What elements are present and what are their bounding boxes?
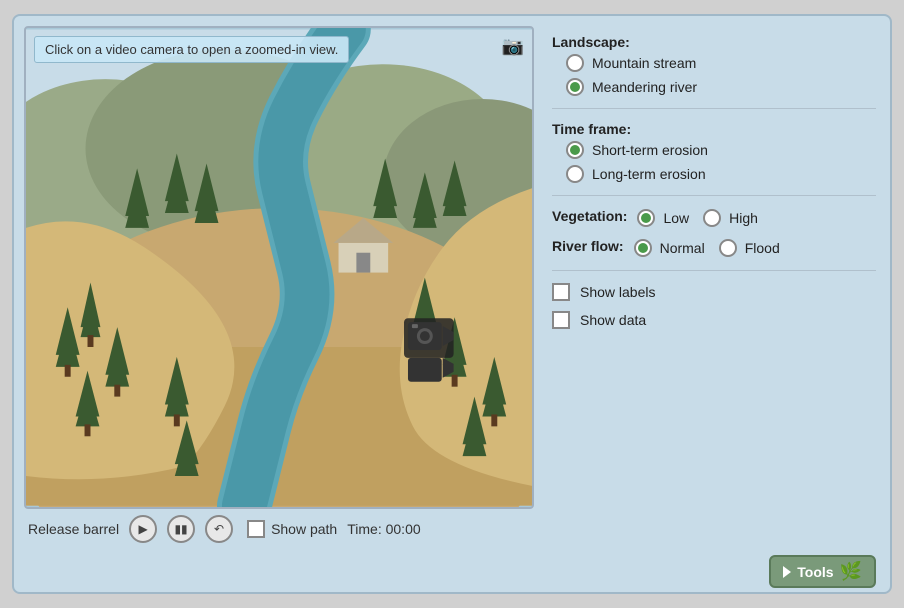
riverflow-radio-group: Normal Flood xyxy=(634,239,780,257)
radio-flow-flood[interactable]: Flood xyxy=(719,239,780,257)
show-path-checkbox[interactable] xyxy=(247,520,265,538)
camera-scene-1 xyxy=(404,318,454,381)
radio-mountain-stream[interactable]: Mountain stream xyxy=(566,54,876,72)
riverflow-title: River flow: xyxy=(552,238,624,254)
show-data-checkbox[interactable] xyxy=(552,311,570,329)
radio-short-term[interactable]: Short-term erosion xyxy=(566,141,876,159)
tools-bar: Tools 🌿 xyxy=(24,553,880,590)
riverflow-section: River flow: Normal Flood xyxy=(552,238,876,258)
tools-button[interactable]: Tools 🌿 xyxy=(769,555,876,588)
vegetation-radio-group: Low High xyxy=(637,209,757,227)
hint-bar: Click on a video camera to open a zoomed… xyxy=(34,36,349,63)
radio-meandering-river[interactable]: Meandering river xyxy=(566,78,876,96)
radio-flow-normal-dot xyxy=(638,243,648,253)
tools-label: Tools xyxy=(797,564,833,580)
hint-text: Click on a video camera to open a zoomed… xyxy=(45,42,338,57)
timeframe-section: Time frame: Short-term erosion Long-term… xyxy=(552,121,876,183)
radio-long-term-label: Long-term erosion xyxy=(592,166,706,182)
show-data-label: Show data xyxy=(580,312,646,328)
divider-2 xyxy=(552,195,876,196)
radio-meandering-river-dot xyxy=(570,82,580,92)
play-button[interactable]: ▶ xyxy=(129,515,157,543)
time-display: Time: 00:00 xyxy=(347,521,420,537)
controls-panel: Landscape: Mountain stream Meandering ri… xyxy=(548,26,880,545)
radio-mountain-stream-label: Mountain stream xyxy=(592,55,696,71)
main-content: Click on a video camera to open a zoomed… xyxy=(24,26,880,545)
radio-flow-normal[interactable]: Normal xyxy=(634,239,705,257)
radio-flow-flood-outer xyxy=(719,239,737,257)
camera-icon-corner[interactable]: 📷 xyxy=(502,36,524,57)
radio-veg-low[interactable]: Low xyxy=(637,209,689,227)
app-container: Click on a video camera to open a zoomed… xyxy=(12,14,892,594)
radio-veg-low-dot xyxy=(641,213,651,223)
release-label: Release barrel xyxy=(28,521,119,537)
divider-1 xyxy=(552,108,876,109)
radio-short-term-outer xyxy=(566,141,584,159)
radio-veg-low-outer xyxy=(637,209,655,227)
timeframe-radio-group: Short-term erosion Long-term erosion xyxy=(552,141,876,183)
radio-veg-low-label: Low xyxy=(663,210,689,226)
radio-short-term-label: Short-term erosion xyxy=(592,142,708,158)
radio-flow-flood-label: Flood xyxy=(745,240,780,256)
radio-flow-normal-label: Normal xyxy=(660,240,705,256)
show-path-area: Show path xyxy=(247,520,337,538)
radio-meandering-river-label: Meandering river xyxy=(592,79,697,95)
show-labels-label: Show labels xyxy=(580,284,656,300)
show-path-label: Show path xyxy=(271,521,337,537)
radio-long-term[interactable]: Long-term erosion xyxy=(566,165,876,183)
pause-button[interactable]: ▮▮ xyxy=(167,515,195,543)
tools-triangle-icon xyxy=(783,566,791,578)
vegetation-section: Vegetation: Low High xyxy=(552,208,876,228)
show-labels-checkbox[interactable] xyxy=(552,283,570,301)
radio-veg-high-label: High xyxy=(729,210,758,226)
show-data-row[interactable]: Show data xyxy=(552,311,876,329)
show-labels-row[interactable]: Show labels xyxy=(552,283,876,301)
reset-button[interactable]: ↶ xyxy=(205,515,233,543)
controls-bar: Release barrel ▶ ▮▮ ↶ Show path Time: 00… xyxy=(24,509,534,545)
leaf-icon: 🌿 xyxy=(840,561,862,582)
landscape-title: Landscape: xyxy=(552,34,876,50)
sim-viewport: Click on a video camera to open a zoomed… xyxy=(24,26,534,509)
radio-short-term-dot xyxy=(570,145,580,155)
landscape-svg xyxy=(26,28,532,507)
vegetation-title: Vegetation: xyxy=(552,208,627,224)
radio-veg-high[interactable]: High xyxy=(703,209,758,227)
radio-meandering-river-outer xyxy=(566,78,584,96)
divider-3 xyxy=(552,270,876,271)
radio-veg-high-outer xyxy=(703,209,721,227)
radio-mountain-stream-outer xyxy=(566,54,584,72)
landscape-section: Landscape: Mountain stream Meandering ri… xyxy=(552,34,876,96)
radio-flow-normal-outer xyxy=(634,239,652,257)
sim-panel: Click on a video camera to open a zoomed… xyxy=(24,26,534,545)
timeframe-title: Time frame: xyxy=(552,121,876,137)
landscape-radio-group: Mountain stream Meandering river xyxy=(552,54,876,96)
radio-long-term-outer xyxy=(566,165,584,183)
